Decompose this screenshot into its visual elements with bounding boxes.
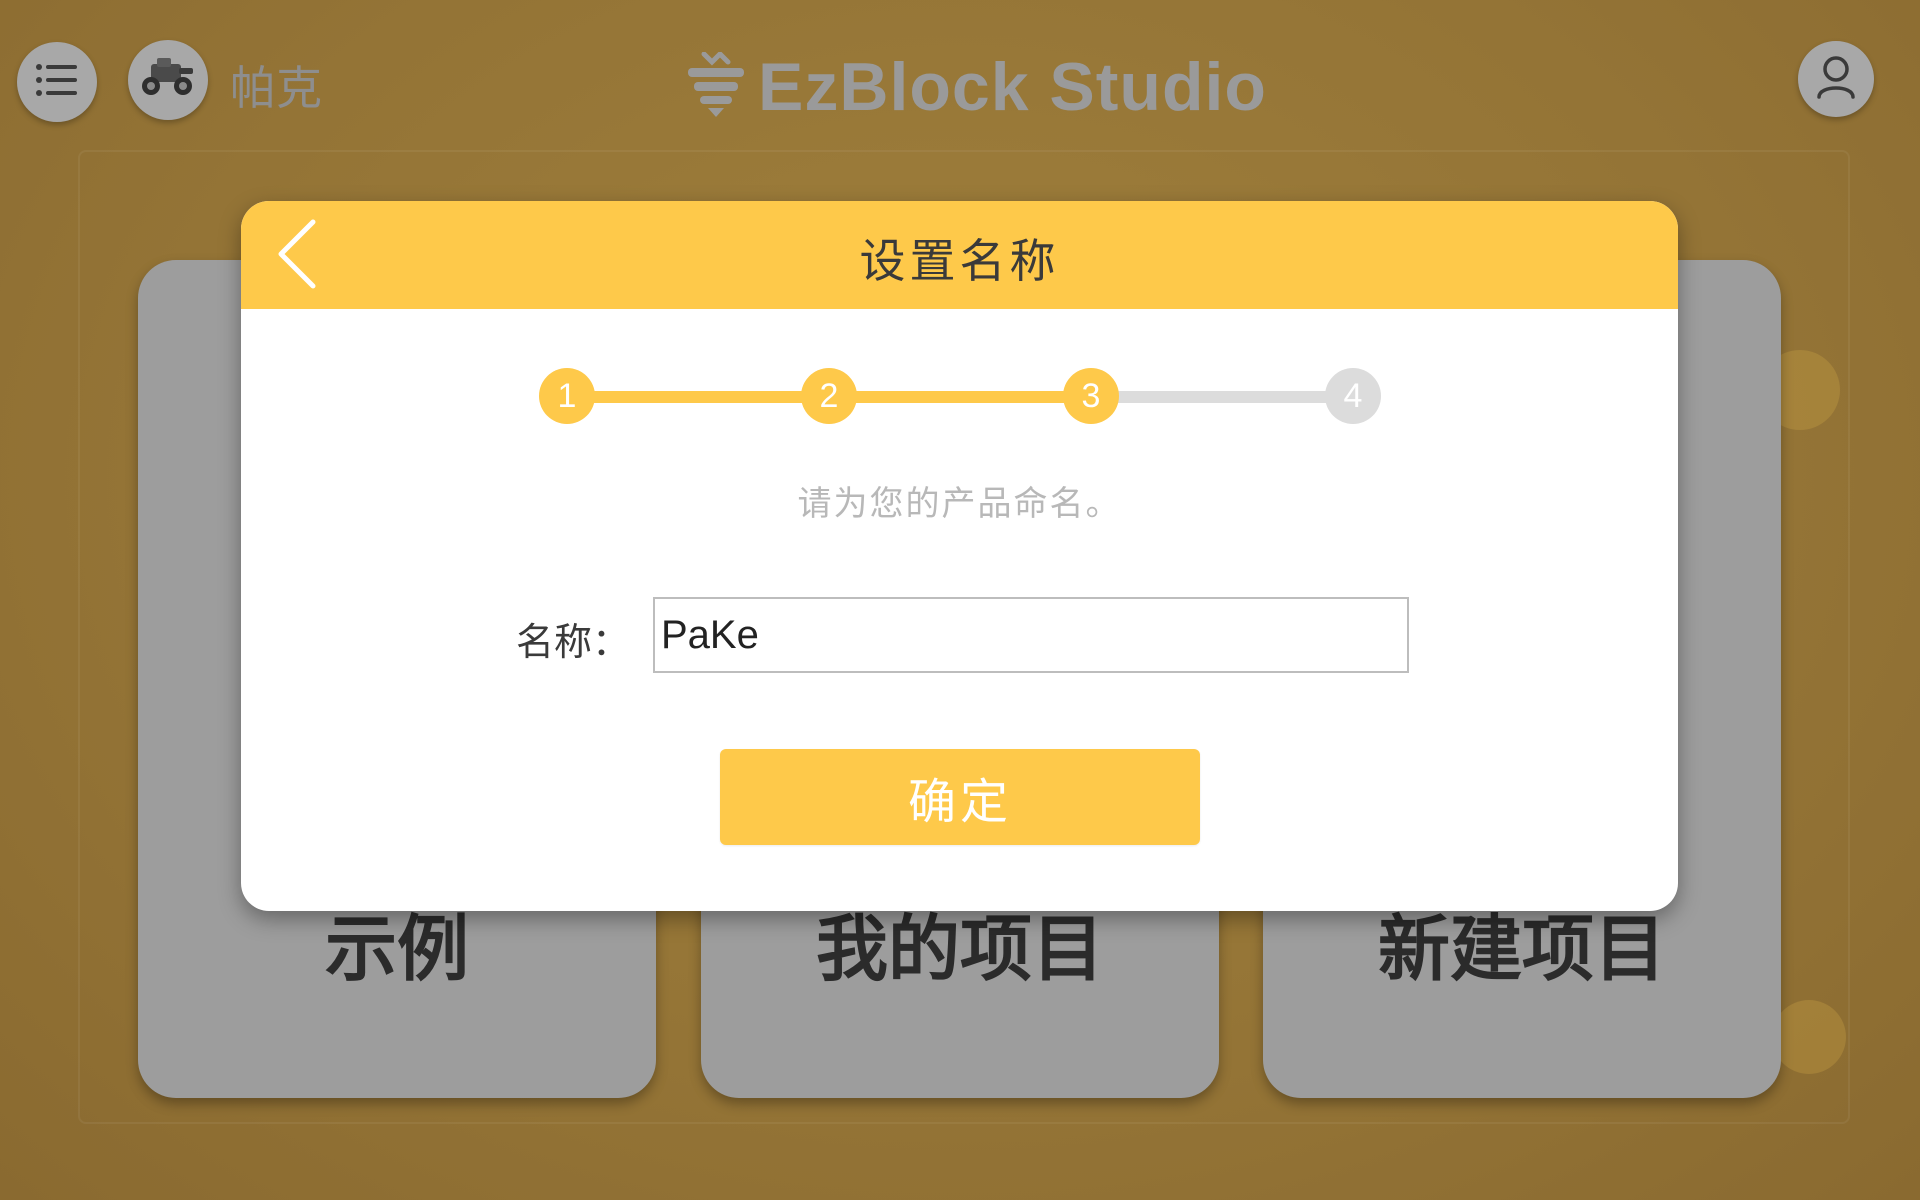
confirm-button[interactable]: 确定 xyxy=(720,749,1200,845)
step-4: 4 xyxy=(1325,368,1381,424)
menu-list-icon xyxy=(35,63,79,101)
step-1: 1 xyxy=(539,368,595,424)
step-2: 2 xyxy=(801,368,857,424)
name-input[interactable] xyxy=(653,597,1409,673)
step-3: 3 xyxy=(1063,368,1119,424)
dialog-title: 设置名称 xyxy=(859,234,1060,288)
step-connector xyxy=(829,391,1091,403)
step-connector xyxy=(567,391,829,403)
dialog-hint: 请为您的产品命名。 xyxy=(797,484,1122,524)
product-name: 帕克 xyxy=(230,61,322,115)
set-name-dialog: 设置名称 1 2 3 4 请为您的产品命名。 名称： 确定 xyxy=(241,201,1678,911)
step-progress: 1 2 3 4 xyxy=(539,368,1381,424)
user-icon xyxy=(1816,55,1856,103)
product-button[interactable] xyxy=(128,40,208,120)
ezblock-logo-icon xyxy=(686,50,746,122)
user-button[interactable] xyxy=(1798,41,1874,117)
menu-button[interactable] xyxy=(17,42,97,122)
brand-logo: EzBlock Studio xyxy=(686,48,1267,126)
robot-car-icon xyxy=(139,56,197,104)
background-bubble xyxy=(1772,1000,1846,1074)
name-label: 名称： xyxy=(516,620,631,664)
dialog-header: 设置名称 xyxy=(241,201,1678,309)
brand-title: EzBlock Studio xyxy=(758,49,1267,125)
step-connector xyxy=(1091,391,1353,403)
